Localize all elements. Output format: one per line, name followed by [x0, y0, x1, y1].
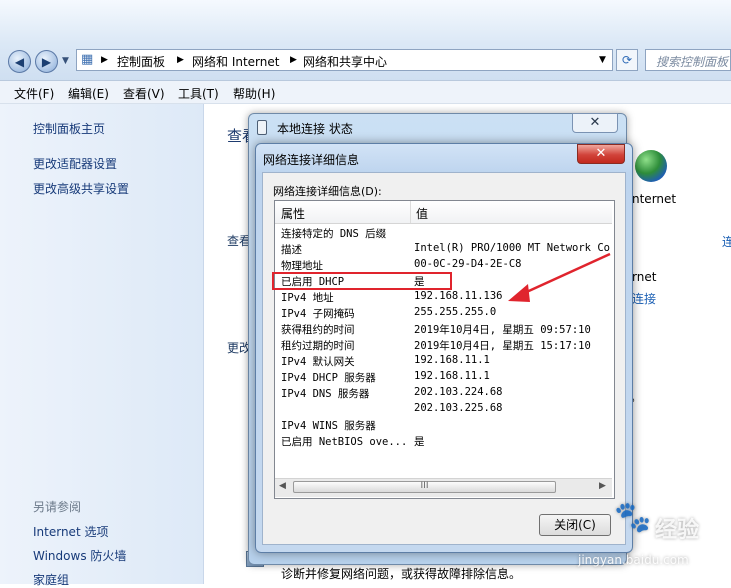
detail-row-value[interactable]: 192.168.11.1: [414, 370, 490, 382]
connection-link[interactable]: 连接: [632, 290, 656, 307]
detail-row-value[interactable]: 192.168.11.1: [414, 354, 490, 366]
menu-view[interactable]: 查看(V): [123, 85, 165, 102]
detail-row-property[interactable]: IPv4 默认网关: [281, 354, 355, 369]
detail-row-value[interactable]: 202.103.224.68: [414, 386, 503, 398]
internet-options-link[interactable]: Internet 选项: [33, 523, 108, 540]
details-list-label: 网络连接详细信息(D):: [273, 185, 382, 198]
right-link-fragment[interactable]: 连: [722, 233, 731, 250]
column-header-property[interactable]: 属性: [281, 205, 305, 222]
address-bar[interactable]: ▦ ▶ 控制面板 ▶ 网络和 Internet ▶ 网络和共享中心 ▼: [76, 49, 613, 71]
detail-row-property[interactable]: IPv4 DNS 服务器: [281, 386, 369, 401]
internet-label: nternet: [632, 192, 677, 206]
watermark: 🐾 经验: [614, 500, 700, 543]
network-label: rnet: [632, 270, 657, 284]
refresh-button[interactable]: ⟳: [616, 49, 638, 71]
detail-row-property[interactable]: IPv4 DHCP 服务器: [281, 370, 376, 385]
scroll-left-icon[interactable]: ◀: [279, 481, 286, 491]
close-icon[interactable]: ✕: [572, 113, 618, 133]
menu-help[interactable]: 帮助(H): [233, 85, 275, 102]
close-icon[interactable]: ✕: [577, 144, 625, 164]
watermark-url: jingyan.baidu.com: [578, 553, 689, 567]
troubleshoot-text: 诊断并修复网络问题，或获得故障排除信息。: [281, 567, 522, 581]
control-panel-icon: ▦: [81, 52, 94, 67]
detail-row-property[interactable]: 物理地址: [281, 258, 323, 273]
address-dropdown-icon[interactable]: ▼: [599, 55, 606, 65]
see-also-heading: 另请参阅: [33, 500, 82, 514]
search-input[interactable]: 搜索控制面板: [645, 49, 731, 71]
homegroup-link[interactable]: 家庭组: [33, 571, 69, 588]
column-header-value[interactable]: 值: [416, 205, 428, 222]
network-adapter-icon: [257, 120, 267, 135]
scroll-thumb[interactable]: III: [293, 481, 556, 493]
dialog-title: 网络连接详细信息: [263, 153, 360, 167]
list-header: [275, 201, 612, 224]
detail-row-property[interactable]: 连接特定的 DNS 后缀: [281, 226, 386, 241]
breadcrumb-item[interactable]: 网络和共享中心: [303, 53, 387, 70]
dhcp-highlight-box: [272, 272, 452, 290]
detail-row-value[interactable]: 2019年10月4日, 星期五 15:17:10: [414, 338, 591, 353]
change-adapter-settings-link[interactable]: 更改适配器设置: [33, 155, 117, 172]
window-title: 本地连接 状态: [277, 122, 353, 136]
detail-row-property[interactable]: 租约过期的时间: [281, 338, 355, 353]
column-divider[interactable]: [410, 201, 411, 223]
change-advanced-sharing-link[interactable]: 更改高级共享设置: [33, 180, 129, 197]
left-nav-pane: 控制面板主页 更改适配器设置 更改高级共享设置 另请参阅 Internet 选项…: [0, 104, 204, 587]
menu-tools[interactable]: 工具(T): [178, 85, 219, 102]
windows-firewall-link[interactable]: Windows 防火墙: [33, 547, 126, 564]
detail-row-value[interactable]: 192.168.11.136: [414, 290, 503, 302]
detail-row-value[interactable]: 255.255.255.0: [414, 306, 496, 318]
menu-edit[interactable]: 编辑(E): [68, 85, 109, 102]
scroll-right-icon[interactable]: ▶: [599, 481, 606, 491]
detail-row-property[interactable]: IPv4 地址: [281, 290, 334, 305]
detail-row-property[interactable]: 已启用 NetBIOS ove...: [281, 434, 407, 449]
detail-row-property[interactable]: IPv4 WINS 服务器: [281, 418, 376, 433]
detail-row-property[interactable]: IPv4 子网掩码: [281, 306, 355, 321]
menu-file[interactable]: 文件(F): [14, 85, 54, 102]
breadcrumb-item[interactable]: 控制面板: [117, 53, 165, 70]
back-button[interactable]: ◀: [8, 50, 31, 73]
forward-button[interactable]: ▶: [35, 50, 58, 73]
chevron-right-icon: ▶: [177, 55, 184, 65]
detail-row-property[interactable]: 获得租约的时间: [281, 322, 355, 337]
menu-bar: 文件(F) 编辑(E) 查看(V) 工具(T) 帮助(H): [0, 81, 731, 104]
detail-row-value[interactable]: 202.103.225.68: [414, 402, 503, 414]
chevron-right-icon: ▶: [101, 55, 108, 65]
detail-row-value[interactable]: 是: [414, 434, 425, 449]
annotation-arrow: [508, 252, 611, 302]
chevron-right-icon: ▶: [290, 55, 297, 65]
breadcrumb-item[interactable]: 网络和 Internet: [192, 53, 279, 70]
detail-row-property[interactable]: 描述: [281, 242, 302, 257]
control-panel-home-link[interactable]: 控制面板主页: [33, 120, 105, 137]
globe-icon: [635, 150, 667, 182]
recent-pages-chevron-icon[interactable]: ▼: [62, 56, 69, 66]
detail-row-value[interactable]: 2019年10月4日, 星期五 09:57:10: [414, 322, 591, 337]
